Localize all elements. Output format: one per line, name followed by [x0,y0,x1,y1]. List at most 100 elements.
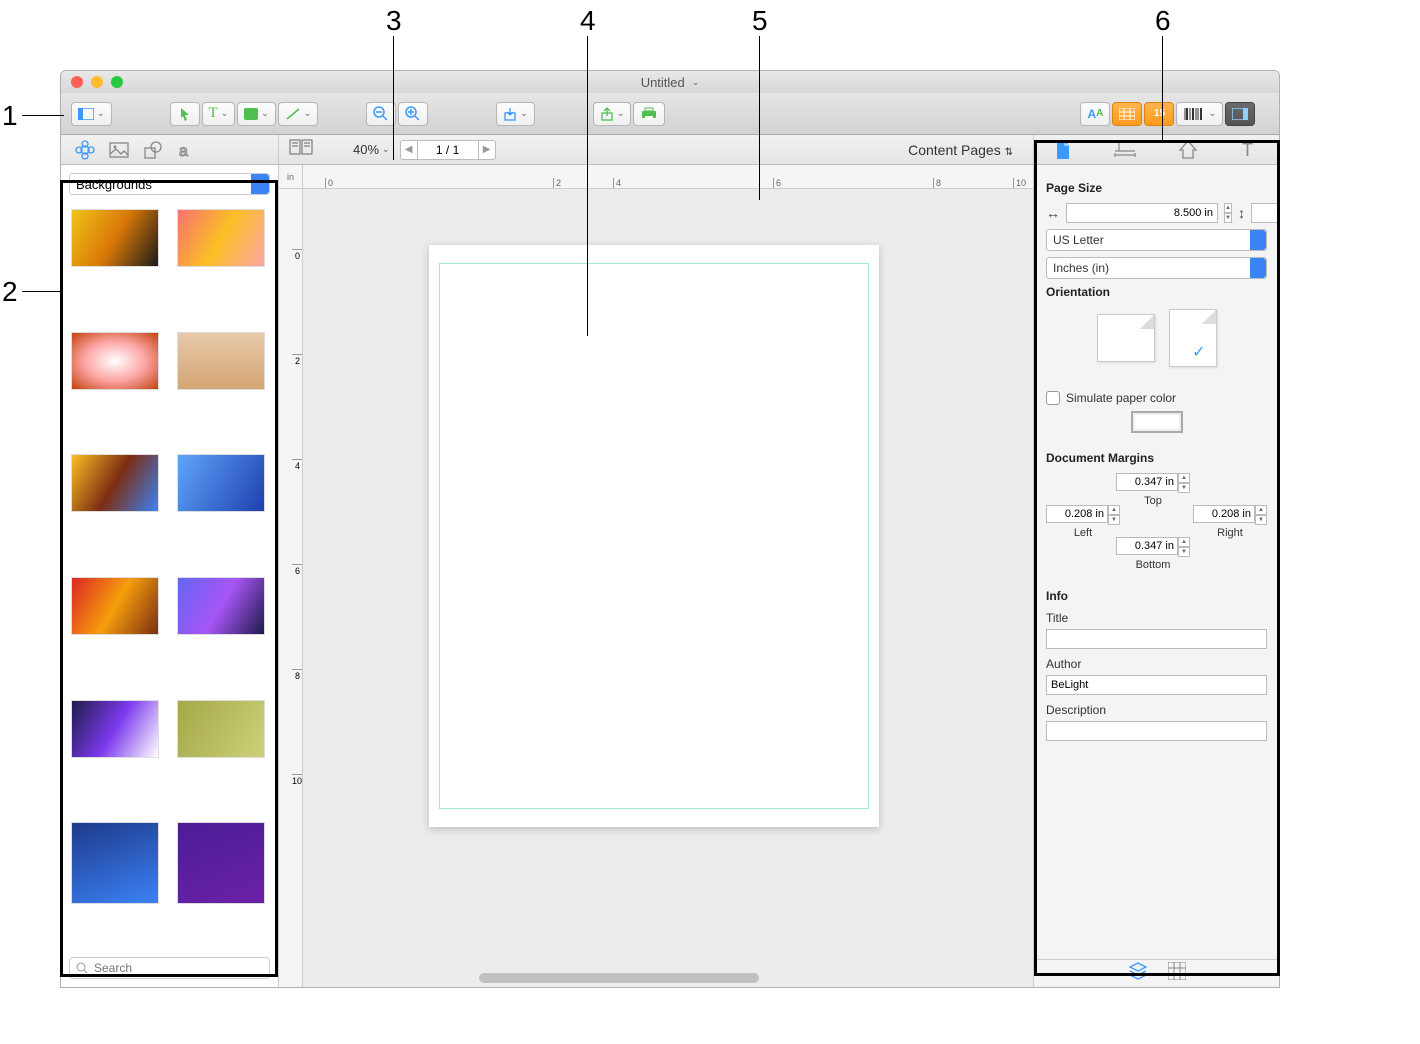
background-thumbnail[interactable] [71,332,159,390]
callout-line [22,115,64,116]
minimize-window-button[interactable] [91,76,103,88]
page-height-field[interactable] [1251,203,1279,223]
content-pages-dropdown[interactable]: Content Pages ⇅ [908,142,1023,158]
selection-tool-button[interactable] [170,102,200,126]
landscape-orientation-button[interactable] [1097,314,1155,362]
page-navigator: ◀ ▶ [400,140,496,160]
zoom-level-control[interactable]: 40%⌄ [353,142,390,157]
background-thumbnail[interactable] [71,700,159,758]
shape-tool-button[interactable]: ⌄ [237,102,276,126]
background-thumbnail[interactable] [71,577,159,635]
page-number-field[interactable] [418,140,478,160]
thumbnail-grid [61,203,278,949]
preset-value: US Letter [1053,233,1104,247]
title-label: Title [1046,611,1267,625]
close-window-button[interactable] [71,76,83,88]
margin-bottom-field[interactable] [1116,537,1178,555]
simulate-paper-checkbox[interactable] [1046,391,1060,405]
chevron-down-icon: ⌄ [261,108,269,119]
shapes-tab[interactable] [143,141,163,159]
calendar-grid-button[interactable] [1112,102,1142,126]
info-label: Info [1046,589,1267,603]
main-toolbar: ⌄ T⌄ ⌄ ⌄ ⌄ ⌄ AA 15 ⌄ [61,93,1279,135]
text-styles-tab[interactable]: a [177,141,195,159]
background-thumbnail[interactable] [71,209,159,267]
background-thumbnail[interactable] [177,454,265,512]
document-page[interactable] [429,245,879,827]
callout-1: 1 [2,100,18,132]
category-dropdown[interactable]: Backgrounds [69,173,270,195]
width-stepper[interactable]: ▲▼ [1224,203,1232,223]
share-button[interactable]: ⌄ [593,102,632,126]
check-icon: ✓ [1192,342,1205,362]
text-tool-button[interactable]: T⌄ [202,102,236,126]
ruler-corner: in [279,165,303,189]
background-thumbnail[interactable] [177,332,265,390]
document-title[interactable]: Untitled ⌄ [641,75,700,90]
margin-right-field[interactable] [1193,505,1255,523]
background-thumbnail[interactable] [177,209,265,267]
barcode-button[interactable]: ⌄ [1176,102,1223,126]
background-thumbnail[interactable] [177,700,265,758]
toggle-source-panel-button[interactable]: ⌄ [71,102,112,126]
calendar-date-button[interactable]: 15 [1144,102,1174,126]
paper-color-well[interactable] [1131,411,1183,433]
appearance-inspector-tab[interactable] [1179,140,1197,160]
callout-line [587,36,588,336]
prev-page-button[interactable]: ◀ [400,140,418,160]
horizontal-scrollbar[interactable] [479,973,759,983]
toggle-inspector-button[interactable] [1225,102,1255,126]
title-field[interactable] [1046,629,1267,649]
canvas-area[interactable]: in 0 2 4 6 8 10 0 2 4 6 8 10 [279,165,1033,987]
print-button[interactable] [633,102,665,126]
margin-left-field[interactable] [1046,505,1108,523]
callout-2: 2 [2,276,18,308]
page-preset-dropdown[interactable]: US Letter [1046,229,1267,251]
zoom-window-button[interactable] [111,76,123,88]
units-dropdown[interactable]: Inches (in) [1046,257,1267,279]
margin-top-label: Top [1144,495,1162,507]
description-label: Description [1046,703,1267,717]
layers-tab[interactable] [1128,962,1148,985]
callout-3: 3 [386,5,402,37]
margin-stepper[interactable]: ▲▼ [1255,505,1267,525]
chevron-down-icon: ⌄ [520,108,528,119]
svg-text:a: a [179,143,188,159]
orientation-label: Orientation [1046,285,1267,299]
next-page-button[interactable]: ▶ [478,140,496,160]
import-button[interactable]: ⌄ [496,102,535,126]
background-thumbnail[interactable] [177,822,265,904]
callout-line [1162,36,1163,140]
search-input[interactable] [69,957,270,979]
title-text: Untitled [641,75,685,90]
inspector-tabs: T [1033,135,1279,164]
margin-stepper[interactable]: ▲▼ [1178,537,1190,557]
pages-view-button[interactable] [289,139,313,160]
author-field[interactable] [1046,675,1267,695]
sub-toolbar: a 40%⌄ ◀ ▶ Content Pages ⇅ T [61,135,1279,165]
zoom-in-button[interactable] [398,102,428,126]
chevron-down-icon: ⌄ [1208,108,1216,119]
portrait-orientation-button[interactable]: ✓ [1169,309,1217,367]
background-thumbnail[interactable] [71,454,159,512]
margin-stepper[interactable]: ▲▼ [1108,505,1120,525]
fonts-button[interactable]: AA [1080,102,1110,126]
geometry-inspector-tab[interactable] [1114,141,1136,159]
margin-top-field[interactable] [1116,473,1178,491]
text-inspector-tab[interactable]: T [1240,141,1258,159]
margins-label: Document Margins [1046,451,1267,465]
photos-tab[interactable] [109,142,129,158]
line-tool-button[interactable]: ⌄ [278,102,319,126]
document-inspector-tab[interactable] [1055,140,1071,160]
zoom-out-button[interactable] [366,102,396,126]
background-thumbnail[interactable] [71,822,159,904]
height-icon: ↕ [1238,205,1245,221]
clipart-tab[interactable] [75,140,95,160]
margin-stepper[interactable]: ▲▼ [1178,473,1190,493]
units-value: Inches (in) [1053,261,1109,275]
background-thumbnail[interactable] [177,577,265,635]
grid-tab[interactable] [1168,962,1186,985]
page-margin-guide [439,263,869,809]
description-field[interactable] [1046,721,1267,741]
page-width-field[interactable] [1066,203,1218,223]
